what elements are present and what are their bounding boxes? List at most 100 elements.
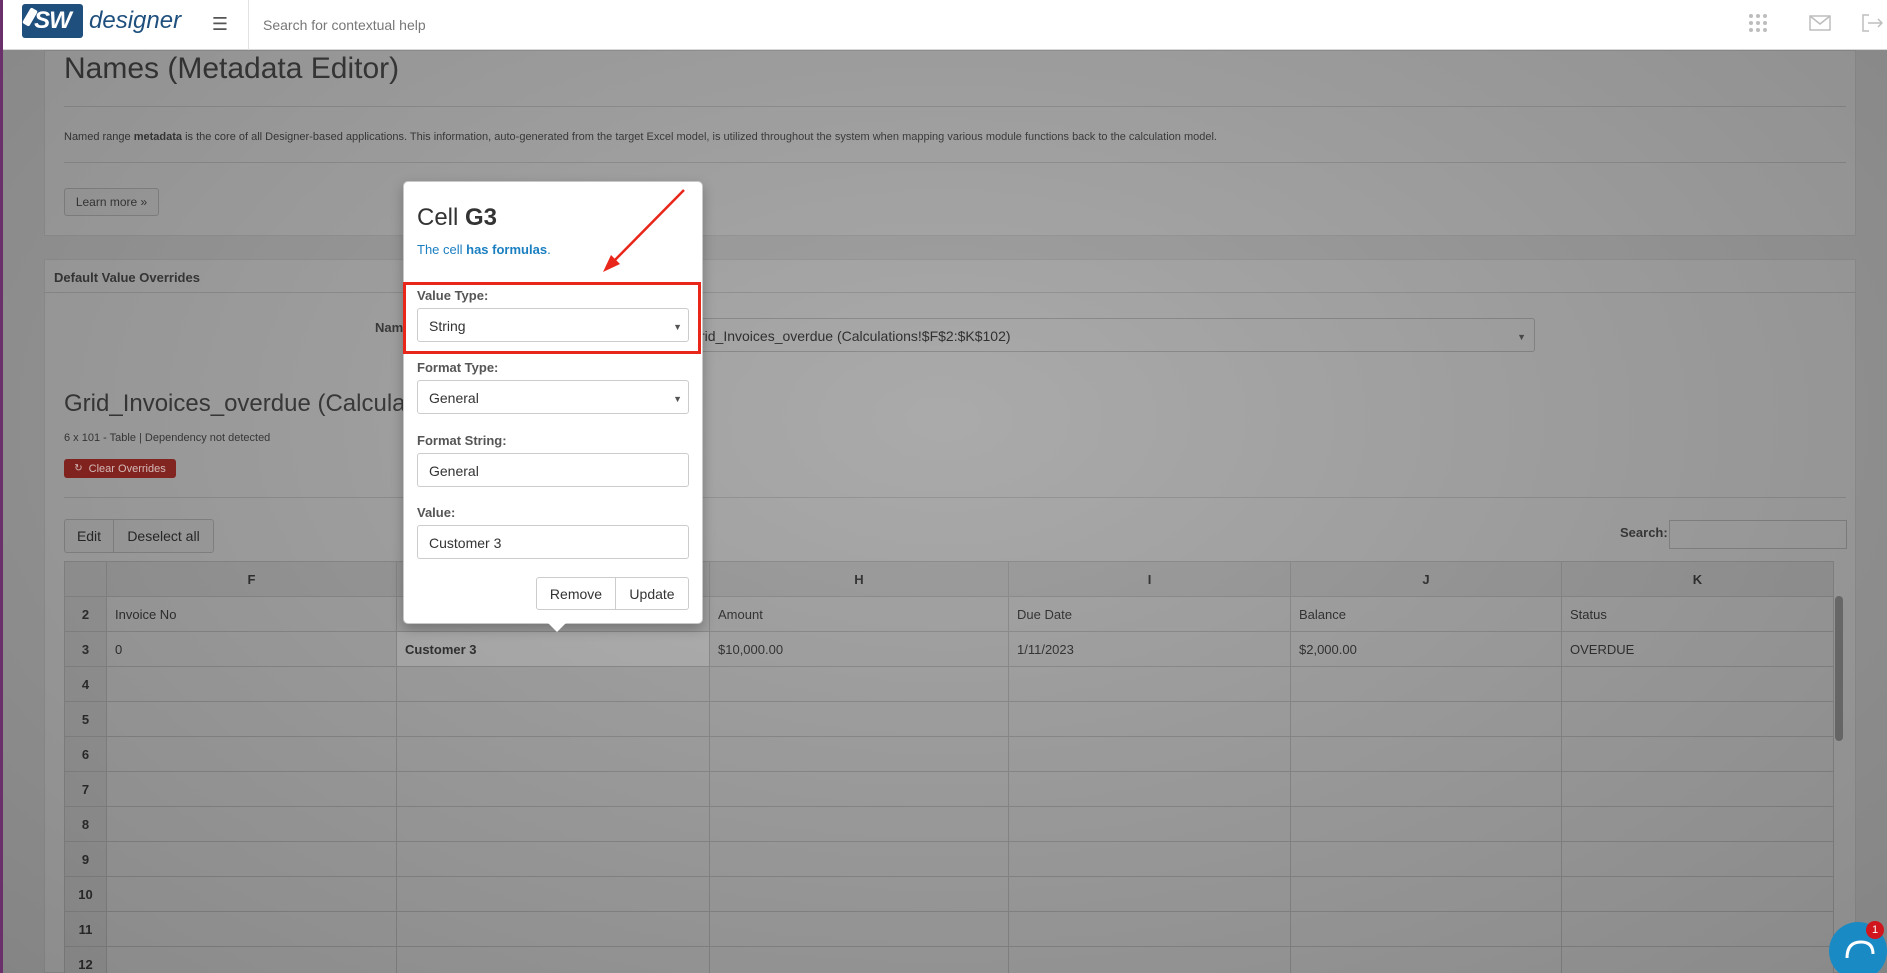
overrides-grid: F G H I J K 2 Invoice No Amount Due Date…: [64, 561, 1834, 973]
table-cell[interactable]: [1008, 841, 1291, 877]
app-logo[interactable]: SW designer: [22, 4, 181, 38]
table-cell[interactable]: Due Date: [1008, 596, 1291, 632]
table-cell[interactable]: [1561, 841, 1834, 877]
table-cell[interactable]: [709, 841, 1009, 877]
table-cell[interactable]: [106, 666, 397, 702]
table-cell[interactable]: [1561, 771, 1834, 807]
table-cell[interactable]: [106, 876, 397, 912]
name-select[interactable]: rid_Invoices_overdue (Calculations!$F$2:…: [680, 318, 1535, 352]
table-cell[interactable]: [106, 946, 397, 973]
row-number: 10: [64, 876, 107, 912]
table-cell[interactable]: [396, 911, 710, 947]
table-cell[interactable]: [1290, 736, 1562, 772]
table-cell[interactable]: [709, 666, 1009, 702]
table-cell[interactable]: [396, 771, 710, 807]
table-cell[interactable]: [396, 701, 710, 737]
clear-overrides-button[interactable]: ↻ Clear Overrides: [64, 459, 176, 478]
table-cell[interactable]: [1008, 946, 1291, 973]
format-string-input[interactable]: General: [417, 453, 689, 487]
table-cell[interactable]: [1290, 946, 1562, 973]
column-header[interactable]: I: [1008, 561, 1291, 597]
table-scrollbar[interactable]: [1835, 596, 1843, 741]
value-input[interactable]: Customer 3: [417, 525, 689, 559]
apps-grid-icon[interactable]: [1746, 11, 1770, 35]
table-cell[interactable]: [709, 701, 1009, 737]
table-cell[interactable]: [1290, 806, 1562, 842]
table-cell[interactable]: [1290, 771, 1562, 807]
table-cell[interactable]: [709, 911, 1009, 947]
table-search-input[interactable]: [1669, 520, 1847, 549]
table-cell[interactable]: Status: [1561, 596, 1834, 632]
table-cell[interactable]: [1008, 876, 1291, 912]
table-cell[interactable]: [1561, 736, 1834, 772]
table-cell[interactable]: [1008, 806, 1291, 842]
table-cell[interactable]: [709, 876, 1009, 912]
column-header-row: F G H I J K: [64, 561, 1834, 597]
table-cell[interactable]: 1/11/2023: [1008, 631, 1291, 667]
remove-button[interactable]: Remove: [536, 577, 616, 610]
table-cell[interactable]: [709, 736, 1009, 772]
table-cell[interactable]: Invoice No: [106, 596, 397, 632]
table-cell[interactable]: [1290, 701, 1562, 737]
edit-button[interactable]: Edit: [64, 519, 114, 553]
column-header[interactable]: F: [106, 561, 397, 597]
chevron-down-icon: ▼: [673, 394, 682, 404]
table-cell[interactable]: $10,000.00: [709, 631, 1009, 667]
selected-cell[interactable]: Customer 3: [396, 631, 710, 667]
table-cell[interactable]: [396, 806, 710, 842]
table-cell[interactable]: [106, 806, 397, 842]
table-cell[interactable]: [1008, 666, 1291, 702]
deselect-all-button[interactable]: Deselect all: [113, 519, 214, 553]
table-cell[interactable]: [1290, 911, 1562, 947]
help-search-input[interactable]: [263, 12, 663, 38]
table-cell[interactable]: [1290, 876, 1562, 912]
table-cell[interactable]: [106, 911, 397, 947]
grid-title: Grid_Invoices_overdue (Calculations!$F$2…: [64, 390, 404, 417]
table-cell[interactable]: 0: [106, 631, 397, 667]
table-cell[interactable]: [106, 701, 397, 737]
table-cell[interactable]: [396, 666, 710, 702]
table-cell[interactable]: [709, 806, 1009, 842]
table-cell[interactable]: OVERDUE: [1561, 631, 1834, 667]
table-cell[interactable]: [396, 841, 710, 877]
table-cell[interactable]: [1561, 666, 1834, 702]
table-cell[interactable]: [709, 946, 1009, 973]
chevron-down-icon: ▼: [1517, 332, 1526, 342]
mail-icon[interactable]: [1808, 11, 1832, 35]
column-header[interactable]: H: [709, 561, 1009, 597]
top-header: SW designer ☰: [0, 0, 1887, 50]
table-cell[interactable]: [1290, 666, 1562, 702]
table-cell[interactable]: [396, 736, 710, 772]
column-header[interactable]: K: [1561, 561, 1834, 597]
table-cell[interactable]: [106, 841, 397, 877]
table-cell[interactable]: Balance: [1290, 596, 1562, 632]
format-type-label: Format Type:: [417, 360, 499, 375]
table-cell[interactable]: [1561, 946, 1834, 973]
table-cell[interactable]: [1561, 911, 1834, 947]
table-cell[interactable]: [1561, 876, 1834, 912]
table-cell[interactable]: [396, 946, 710, 973]
column-header[interactable]: J: [1290, 561, 1562, 597]
table-cell[interactable]: [1290, 841, 1562, 877]
table-cell[interactable]: Amount: [709, 596, 1009, 632]
row-number: 7: [64, 771, 107, 807]
update-button[interactable]: Update: [615, 577, 689, 610]
table-cell[interactable]: [1008, 771, 1291, 807]
row-number: 4: [64, 666, 107, 702]
table-cell[interactable]: [106, 736, 397, 772]
table-cell[interactable]: [709, 771, 1009, 807]
page-description: Named range metadata is the core of all …: [64, 131, 1217, 143]
learn-more-button[interactable]: Learn more »: [64, 188, 159, 216]
table-cell[interactable]: [396, 876, 710, 912]
table-cell[interactable]: $2,000.00: [1290, 631, 1562, 667]
table-cell[interactable]: [1561, 806, 1834, 842]
table-cell[interactable]: [1008, 911, 1291, 947]
hamburger-menu-icon[interactable]: ☰: [208, 12, 232, 36]
table-row: 2 Invoice No Amount Due Date Balance Sta…: [64, 596, 1834, 632]
table-cell[interactable]: [1008, 736, 1291, 772]
format-type-select[interactable]: General ▼: [417, 380, 689, 414]
table-cell[interactable]: [1008, 701, 1291, 737]
table-cell[interactable]: [1561, 701, 1834, 737]
logout-icon[interactable]: [1860, 11, 1884, 35]
table-cell[interactable]: [106, 771, 397, 807]
